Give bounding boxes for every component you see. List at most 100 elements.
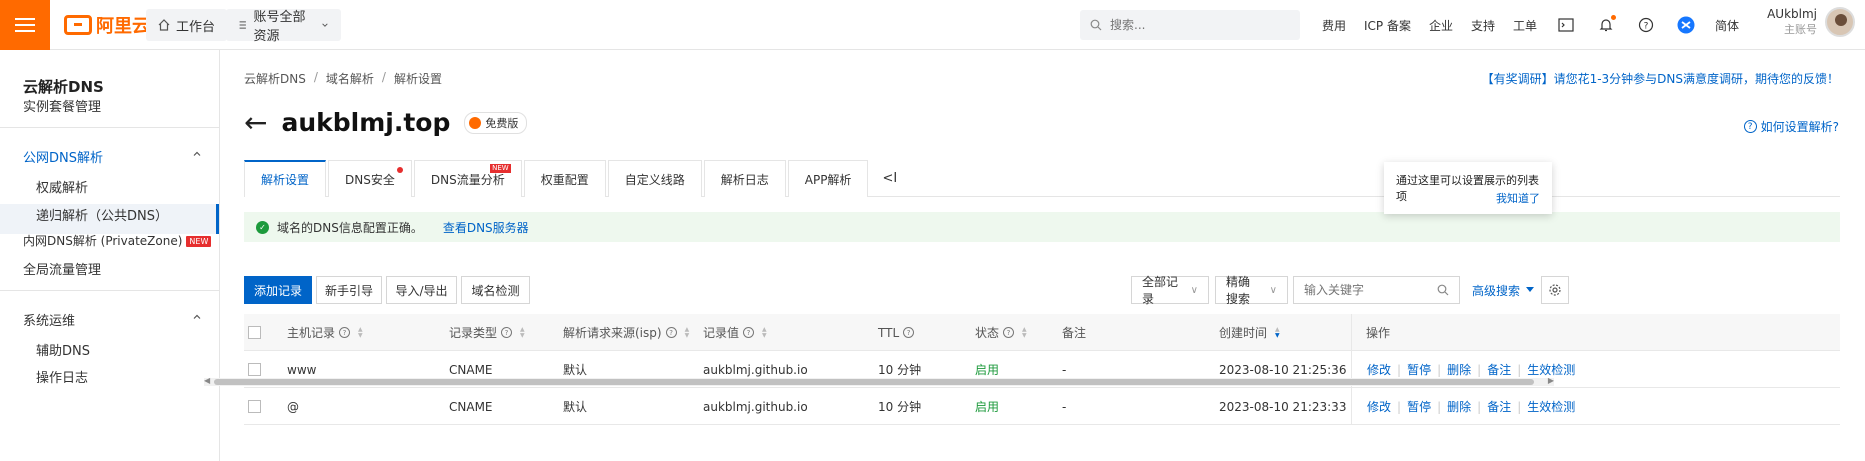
sidebar-item-global-traffic[interactable]: 全局流量管理 (23, 259, 101, 278)
advanced-search-button[interactable]: 高级搜索 (1472, 276, 1535, 304)
col-ops-label: 操作 (1366, 326, 1391, 340)
avatar[interactable] (1825, 7, 1855, 37)
col-host[interactable]: 主机记录? ▲ ▼ (287, 314, 363, 351)
sidebar-item-authoritative[interactable]: 权威解析 (36, 177, 88, 196)
sidebar-item-instance[interactable]: 实例套餐管理 (23, 96, 101, 115)
sidebar-item-recursive[interactable]: 递归解析（公共DNS） (36, 205, 168, 224)
op-separator: | (1477, 362, 1482, 377)
col-isp[interactable]: 解析请求来源(isp)? ▲ ▼ (563, 314, 689, 351)
row-checkbox[interactable] (248, 363, 261, 376)
back-arrow-icon[interactable]: ← (244, 108, 267, 137)
help-icon[interactable]: ? (1635, 14, 1657, 36)
app-icon[interactable] (1675, 14, 1697, 36)
caret-down-icon (1526, 287, 1535, 292)
edit-link[interactable]: 修改 (1367, 398, 1391, 415)
gear-icon (1549, 284, 1561, 296)
hamburger-menu-button[interactable] (0, 0, 50, 50)
view-dns-servers-link[interactable]: 查看DNS服务器 (443, 219, 529, 236)
link-enterprise[interactable]: 企业 (1429, 17, 1453, 34)
bell-icon[interactable] (1595, 14, 1617, 36)
dns-status-alert: ✓ 域名的DNS信息配置正确。 查看DNS服务器 (244, 212, 1840, 242)
tab-weight[interactable]: 权重配置 (523, 160, 606, 197)
tab-traffic-analysis[interactable]: DNS流量分析 NEW (413, 160, 522, 197)
sidebar-group-ops[interactable]: 系统运维 (23, 310, 75, 329)
op-separator: | (1517, 362, 1522, 377)
chevron-up-icon[interactable] (192, 312, 202, 322)
terminal-icon[interactable] (1555, 14, 1577, 36)
link-support[interactable]: 支持 (1471, 17, 1495, 34)
tooltip-dismiss-link[interactable]: 我知道了 (1496, 190, 1540, 206)
breadcrumb-item[interactable]: 云解析DNS (244, 70, 306, 87)
top-links: 费用 ICP 备案 企业 支持 工单 ? 简体 (1322, 0, 1739, 50)
sort-icon: ▲ ▼ (520, 325, 525, 339)
col-value[interactable]: 记录值? ▲ ▼ (703, 314, 767, 351)
tab-custom-line[interactable]: 自定义线路 (607, 160, 702, 197)
horizontal-scrollbar[interactable]: ◀ ▶ (204, 376, 1554, 386)
table-row: @ CNAME 默认 aukblmj.github.io 10 分钟 启用 - … (244, 388, 1840, 425)
chevron-up-icon[interactable] (192, 149, 202, 159)
user-name: AUkblmj (1767, 7, 1817, 21)
user-role: 主账号 (1784, 23, 1817, 36)
tab-resolve-log[interactable]: 解析日志 (703, 160, 786, 197)
column-settings-button[interactable] (1541, 276, 1569, 304)
keyword-input[interactable] (1304, 283, 1424, 297)
scrollbar-thumb[interactable] (214, 379, 1534, 385)
language-switch[interactable]: 简体 (1715, 17, 1739, 34)
sidebar-item-aux-dns[interactable]: 辅助DNS (36, 340, 90, 359)
survey-link[interactable]: 【有奖调研】请您花1-3分钟参与DNS满意度调研，期待您的反馈！ (1482, 70, 1839, 87)
global-search-input[interactable] (1110, 18, 1280, 32)
pause-link[interactable]: 暂停 (1407, 361, 1431, 378)
col-remark: 备注 (1062, 314, 1086, 351)
row-checkbox[interactable] (248, 400, 261, 413)
link-ticket[interactable]: 工单 (1513, 17, 1537, 34)
col-created[interactable]: 创建时间 ▲ ▼ (1219, 314, 1280, 351)
tab-label: 权重配置 (540, 172, 589, 187)
breadcrumb-item[interactable]: 域名解析 (326, 70, 374, 87)
home-icon (158, 19, 170, 31)
col-type[interactable]: 记录类型? ▲ ▼ (449, 314, 525, 351)
check-effect-link[interactable]: 生效检测 (1527, 398, 1575, 415)
shield-icon (469, 116, 482, 129)
pause-link[interactable]: 暂停 (1407, 398, 1431, 415)
edit-link[interactable]: 修改 (1367, 361, 1391, 378)
op-separator: | (1477, 399, 1482, 414)
tab-dns-settings[interactable]: 解析设置 (244, 160, 327, 197)
resource-scope-dropdown[interactable]: 账号全部资源 (226, 9, 341, 44)
tab-collapse-button[interactable]: <I (870, 160, 909, 197)
search-icon[interactable] (1437, 284, 1449, 296)
sidebar-item-private-zone[interactable]: 内网DNS解析 (PrivateZone) NEW (23, 232, 212, 249)
link-icp[interactable]: ICP 备案 (1364, 17, 1411, 34)
remark-link[interactable]: 备注 (1487, 398, 1511, 415)
sidebar-group-public-dns[interactable]: 公网DNS解析 (23, 147, 103, 166)
add-record-button[interactable]: 添加记录 (244, 276, 312, 304)
global-search[interactable] (1080, 10, 1300, 40)
tab-label: 解析日志 (720, 172, 769, 187)
scroll-right-icon[interactable]: ▶ (1548, 376, 1554, 385)
breadcrumb-separator: / (381, 70, 386, 84)
help-link[interactable]: ? 如何设置解析? (1743, 118, 1839, 135)
user-menu[interactable]: AUkblmj 主账号 (1767, 6, 1855, 38)
domain-check-button[interactable]: 域名检测 (461, 276, 530, 304)
import-export-button[interactable]: 导入/导出 (386, 276, 457, 304)
select-all-checkbox[interactable] (248, 326, 261, 339)
delete-link[interactable]: 删除 (1447, 361, 1471, 378)
workbench-button[interactable]: 工作台 (146, 9, 228, 41)
info-icon: ? (743, 327, 755, 338)
col-status[interactable]: 状态? ▲ ▼ (975, 314, 1027, 351)
col-created-label: 创建时间 (1219, 326, 1268, 340)
record-filter-select[interactable]: 全部记录 ∨ (1131, 275, 1209, 306)
scroll-left-icon[interactable]: ◀ (204, 376, 210, 385)
search-mode-select[interactable]: 精确搜索 ∨ (1215, 275, 1288, 306)
guide-button[interactable]: 新手引导 (316, 276, 382, 304)
aliyun-logo[interactable]: 阿里云 (64, 13, 150, 37)
info-icon: ? (903, 327, 915, 338)
tab-app-resolve[interactable]: APP解析 (787, 160, 869, 197)
remark-link[interactable]: 备注 (1487, 361, 1511, 378)
sidebar-item-op-log[interactable]: 操作日志 (36, 367, 88, 386)
tab-dns-security[interactable]: DNS安全 (328, 160, 412, 197)
delete-link[interactable]: 删除 (1447, 398, 1471, 415)
sort-desc-icon: ▲ ▼ (1275, 325, 1280, 339)
link-billing[interactable]: 费用 (1322, 17, 1346, 34)
keyword-search[interactable] (1293, 276, 1460, 304)
col-type-label: 记录类型 (449, 326, 498, 340)
